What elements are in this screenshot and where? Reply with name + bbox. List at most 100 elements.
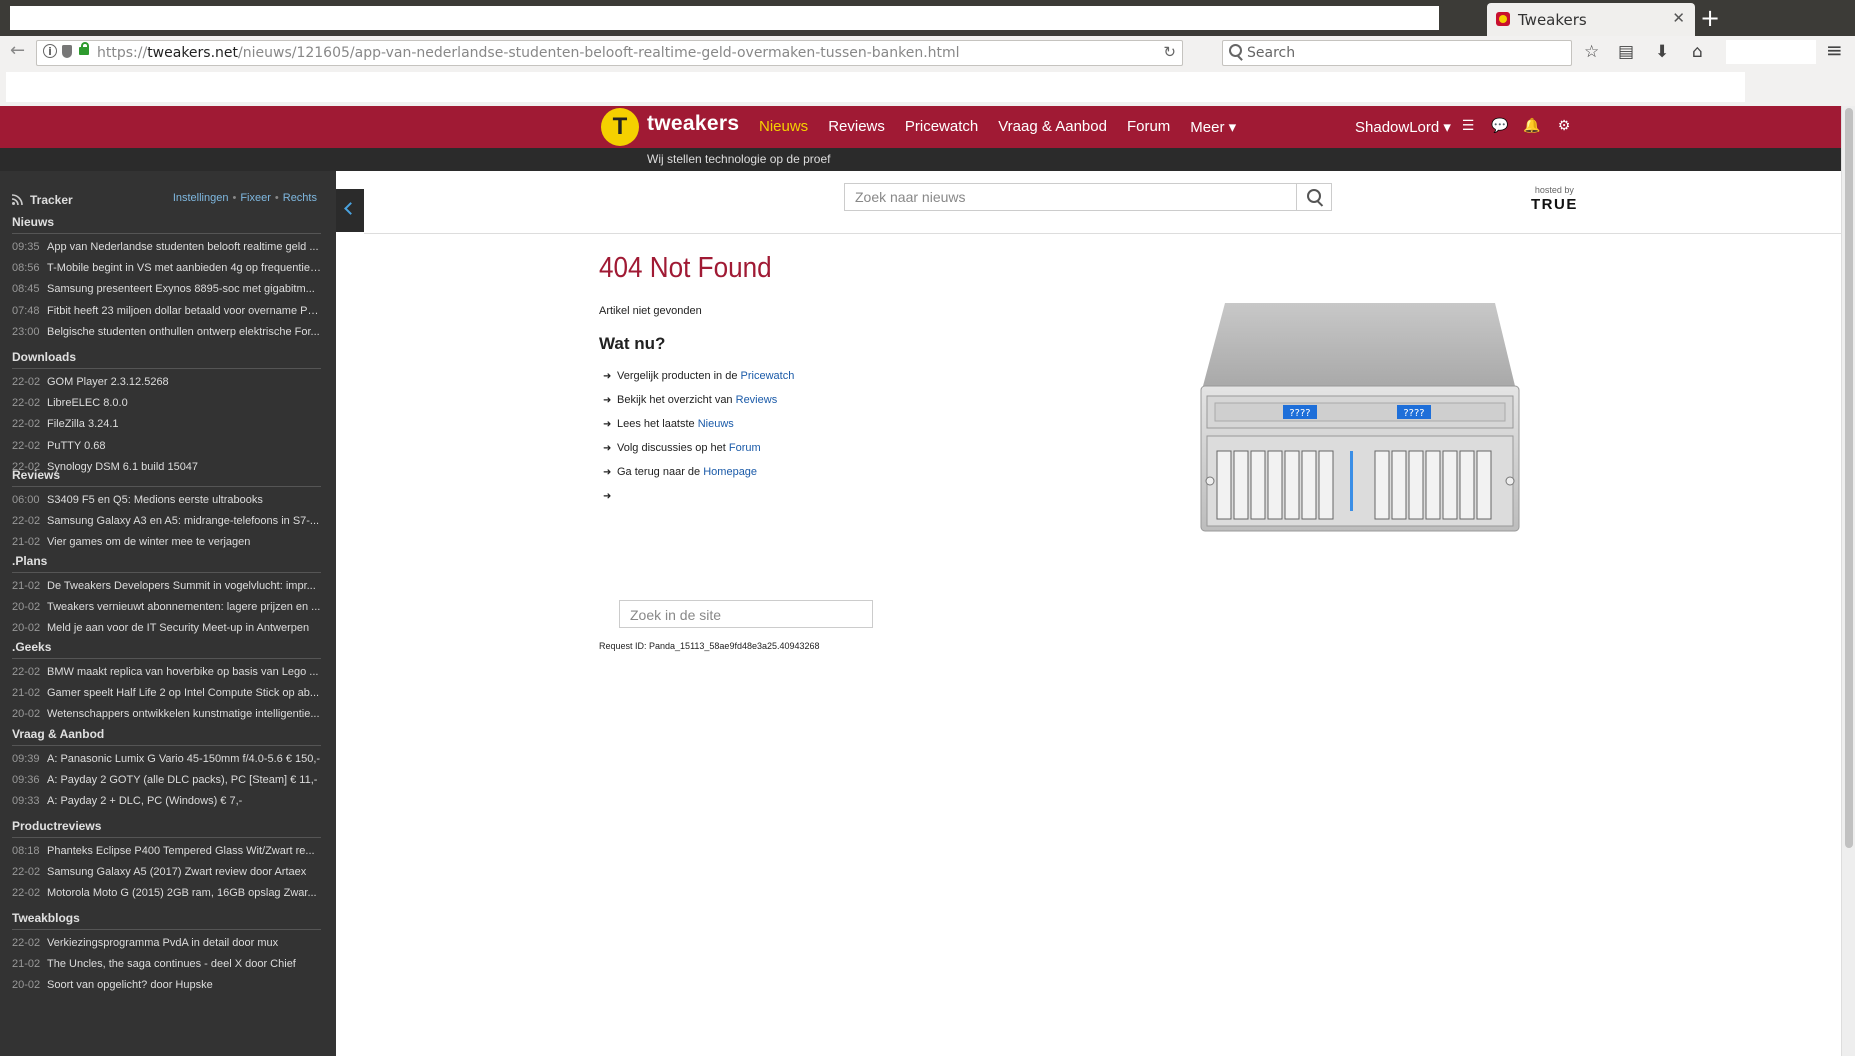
tracker-item-text[interactable]: Fitbit heeft 23 miljoen dollar betaald v… xyxy=(47,305,321,317)
tracker-item-text[interactable]: Motorola Moto G (2015) 2GB ram, 16GB ops… xyxy=(47,887,317,899)
tracker-item-text[interactable]: The Uncles, the saga continues - deel X … xyxy=(47,958,296,970)
lock-icon[interactable] xyxy=(79,42,89,55)
back-arrow-icon[interactable]: ← xyxy=(10,40,25,61)
tracker-item-text[interactable]: App van Nederlandse studenten belooft re… xyxy=(47,241,319,253)
tracker-item-text[interactable]: Samsung Galaxy A5 (2017) Zwart review do… xyxy=(47,866,306,878)
tracker-item-text[interactable]: Verkiezingsprogramma PvdA in detail door… xyxy=(47,937,278,949)
tracker-section-title[interactable]: .Geeks xyxy=(12,640,321,659)
collapse-sidebar-button[interactable] xyxy=(336,189,364,232)
url-text[interactable]: https://tweakers.net/nieuws/121605/app-v… xyxy=(97,45,960,61)
site-search-input[interactable]: Zoek in de site xyxy=(619,600,873,628)
tracker-item[interactable]: 22-02 LibreELEC 8.0.0 xyxy=(12,393,321,414)
tracker-link-fixeer[interactable]: Fixeer xyxy=(240,192,271,204)
news-search-input[interactable]: Zoek naar nieuws xyxy=(844,183,1332,211)
tracker-item[interactable]: 22-02 BMW maakt replica van hoverbike op … xyxy=(12,662,321,683)
nav-pricewatch[interactable]: Pricewatch xyxy=(905,118,978,136)
page-scrollbar[interactable] xyxy=(1841,106,1855,1056)
tracker-item[interactable]: 23:00 Belgische studenten onthullen ontwe… xyxy=(12,322,321,343)
tracker-item[interactable]: 09:35 App van Nederlandse studenten beloo… xyxy=(12,237,321,258)
tracker-item[interactable]: 09:36 A: Payday 2 GOTY (alle DLC packs), … xyxy=(12,770,321,791)
tracker-item-text[interactable]: A: Panasonic Lumix G Vario 45-150mm f/4.… xyxy=(47,753,320,765)
tracker-item-text[interactable]: Samsung presenteert Exynos 8895-soc met … xyxy=(47,283,315,295)
news-search-button[interactable] xyxy=(1296,184,1331,210)
shield-icon[interactable] xyxy=(62,45,72,58)
tracker-item[interactable]: 22-02 Motorola Moto G (2015) 2GB ram, 16G… xyxy=(12,883,321,904)
scrollbar-thumb[interactable] xyxy=(1845,108,1853,848)
tracker-item[interactable]: 22-02 PuTTY 0.68 xyxy=(12,436,321,457)
tracker-item-text[interactable]: S3409 F5 en Q5: Medions eerste ultrabook… xyxy=(47,494,263,506)
tracker-item-text[interactable]: T-Mobile begint in VS met aanbieden 4g o… xyxy=(47,262,321,274)
download-icon[interactable]: ⬇ xyxy=(1655,43,1669,61)
tracker-item[interactable]: 08:56 T-Mobile begint in VS met aanbieden… xyxy=(12,258,321,279)
browser-search-field[interactable]: Search xyxy=(1222,40,1572,66)
tracker-section-title[interactable]: Downloads xyxy=(12,350,321,369)
tracker-item[interactable]: 20-02 Soort van opgelicht? door Hupske xyxy=(12,975,321,996)
tracker-item-text[interactable]: Soort van opgelicht? door Hupske xyxy=(47,979,213,991)
tracker-item[interactable]: 08:18 Phanteks Eclipse P400 Tempered Glas… xyxy=(12,841,321,862)
settings-gear-icon[interactable]: ⚙ xyxy=(1555,118,1573,134)
tracker-item[interactable]: 21-02 De Tweakers Developers Summit in vo… xyxy=(12,576,321,597)
new-tab-button[interactable]: + xyxy=(1700,3,1720,33)
tracker-item-text[interactable]: Tweakers vernieuwt abonnementen: lagere … xyxy=(47,601,320,613)
bell-icon[interactable]: 🔔 xyxy=(1523,118,1541,134)
tracker-item[interactable]: 20-02 Tweakers vernieuwt abonnementen: la… xyxy=(12,597,321,618)
tracker-item-text[interactable]: A: Payday 2 GOTY (alle DLC packs), PC [S… xyxy=(47,774,317,786)
tracker-section-title[interactable]: .Plans xyxy=(12,554,321,573)
homepage-link[interactable]: Homepage xyxy=(703,466,757,478)
nav-forum[interactable]: Forum xyxy=(1127,118,1170,136)
pricewatch-link[interactable]: Pricewatch xyxy=(741,370,795,382)
tracker-section-title[interactable]: Tweakblogs xyxy=(12,911,321,930)
browser-tab[interactable]: Tweakers ✕ xyxy=(1487,3,1695,36)
tracker-item-text[interactable]: FileZilla 3.24.1 xyxy=(47,418,119,430)
tracker-item[interactable]: 22-02 Verkiezingsprogramma PvdA in detail… xyxy=(12,933,321,954)
tracker-item[interactable]: 20-02 Wetenschappers ontwikkelen kunstmat… xyxy=(12,704,321,725)
list-icon[interactable]: ☰ xyxy=(1459,118,1477,134)
tracker-item-text[interactable]: Vier games om de winter mee te verjagen xyxy=(47,536,250,548)
nav-meer[interactable]: Meer ▾ xyxy=(1190,118,1236,136)
chat-bubble-icon[interactable]: 💬 xyxy=(1491,118,1509,134)
user-menu[interactable]: ShadowLord ▾ xyxy=(1355,118,1451,136)
tracker-item-text[interactable]: A: Payday 2 + DLC, PC (Windows) € 7,- xyxy=(47,795,242,807)
reviews-link[interactable]: Reviews xyxy=(736,394,778,406)
tracker-item-text[interactable]: Gamer speelt Half Life 2 op Intel Comput… xyxy=(47,687,319,699)
tracker-item[interactable]: 22-02 FileZilla 3.24.1 xyxy=(12,414,321,435)
tracker-item[interactable]: 22-02 GOM Player 2.3.12.5268 xyxy=(12,372,321,393)
tracker-item-text[interactable]: BMW maakt replica van hoverbike op basis… xyxy=(47,666,318,678)
address-bar[interactable]: i https://tweakers.net/nieuws/121605/app… xyxy=(36,40,1183,66)
tracker-item[interactable]: 20-02 Meld je aan voor de IT Security Mee… xyxy=(12,618,321,639)
tracker-item-text[interactable]: PuTTY 0.68 xyxy=(47,440,106,452)
tracker-item-text[interactable]: Samsung Galaxy A3 en A5: midrange-telefo… xyxy=(47,515,319,527)
tracker-link-instellingen[interactable]: Instellingen xyxy=(173,192,229,204)
forum-link[interactable]: Forum xyxy=(729,442,761,454)
tracker-item[interactable]: 06:00 S3409 F5 en Q5: Medions eerste ultr… xyxy=(12,490,321,511)
tracker-section-title[interactable]: Nieuws xyxy=(12,215,321,234)
hosted-by-badge[interactable]: hosted by TRUE xyxy=(1531,185,1578,213)
tracker-item[interactable]: 22-02 Samsung Galaxy A3 en A5: midrange-t… xyxy=(12,511,321,532)
menu-hamburger-icon[interactable]: ≡ xyxy=(1826,40,1843,60)
tracker-item-text[interactable]: GOM Player 2.3.12.5268 xyxy=(47,376,169,388)
tracker-item[interactable]: 21-02 Vier games om de winter mee te verj… xyxy=(12,532,321,553)
tracker-section-title[interactable]: Vraag & Aanbod xyxy=(12,727,321,746)
nav-reviews[interactable]: Reviews xyxy=(828,118,885,136)
tracker-item-text[interactable]: Belgische studenten onthullen ontwerp el… xyxy=(47,326,320,338)
tracker-item-text[interactable]: De Tweakers Developers Summit in vogelvl… xyxy=(47,580,316,592)
tracker-link-rechts[interactable]: Rechts xyxy=(283,192,317,204)
tracker-item[interactable]: 09:33 A: Payday 2 + DLC, PC (Windows) € 7… xyxy=(12,791,321,812)
info-icon[interactable]: i xyxy=(43,44,57,58)
bookmark-star-icon[interactable]: ☆ xyxy=(1584,43,1599,61)
tracker-item[interactable]: 08:45 Samsung presenteert Exynos 8895-soc… xyxy=(12,279,321,300)
reload-icon[interactable]: ↻ xyxy=(1163,43,1176,61)
close-tab-icon[interactable]: ✕ xyxy=(1672,9,1685,27)
nav-nieuws[interactable]: Nieuws xyxy=(759,118,808,136)
tracker-item-text[interactable]: Phanteks Eclipse P400 Tempered Glass Wit… xyxy=(47,845,315,857)
tracker-item[interactable]: 21-02 Gamer speelt Half Life 2 op Intel C… xyxy=(12,683,321,704)
tracker-item[interactable]: 09:39 A: Panasonic Lumix G Vario 45-150mm… xyxy=(12,749,321,770)
reading-list-icon[interactable]: ▤ xyxy=(1618,43,1634,61)
tracker-section-title[interactable]: Reviews xyxy=(12,468,321,487)
tracker-item[interactable]: 21-02 The Uncles, the saga continues - de… xyxy=(12,954,321,975)
tracker-item-text[interactable]: Meld je aan voor de IT Security Meet-up … xyxy=(47,622,309,634)
tracker-item-text[interactable]: Wetenschappers ontwikkelen kunstmatige i… xyxy=(47,708,320,720)
home-icon[interactable]: ⌂ xyxy=(1692,43,1703,61)
tracker-item-text[interactable]: LibreELEC 8.0.0 xyxy=(47,397,128,409)
tracker-item[interactable]: 22-02 Samsung Galaxy A5 (2017) Zwart revi… xyxy=(12,862,321,883)
